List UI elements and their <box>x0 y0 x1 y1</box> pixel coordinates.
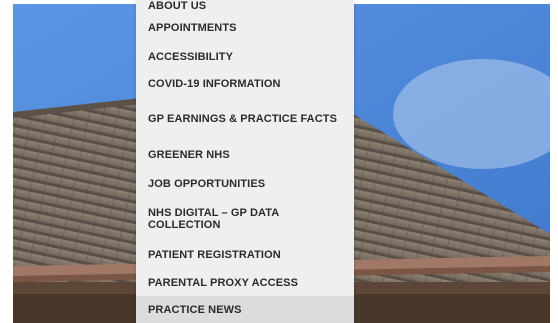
menu-item-label: PARENTAL PROXY ACCESS <box>148 276 299 289</box>
menu-item-label: PRACTICE NEWS <box>148 303 242 316</box>
menu-item[interactable]: PRACTICE NEWS <box>136 296 354 323</box>
menu-item[interactable]: COVID-19 INFORMATION <box>136 70 354 98</box>
menu-list: ABOUT US APPOINTMENTS ACCESSIBILITY COVID-1… <box>136 0 354 323</box>
menu-item[interactable]: APPOINTMENTS <box>136 12 354 43</box>
menu-item-label: GREENER NHS <box>148 148 230 161</box>
menu-item-label: GP EARNINGS & PRACTICE FACTS <box>148 112 338 125</box>
menu-item[interactable]: PARENTAL PROXY ACCESS <box>136 269 354 296</box>
menu-item-label: JOB OPPORTUNITIES <box>148 178 266 190</box>
menu-item[interactable]: GP EARNINGS & PRACTICE FACTS <box>136 98 354 139</box>
menu-item[interactable]: GREENER NHS <box>136 139 354 170</box>
menu-item-label: COVID-19 INFORMATION <box>148 78 281 90</box>
menu-item[interactable]: NHS DIGITAL – GP DATA COLLECTION <box>136 198 354 240</box>
menu-item[interactable]: JOB OPPORTUNITIES <box>136 170 354 198</box>
menu-item-label: PATIENT REGISTRATION <box>148 248 281 261</box>
menu-item-label: APPOINTMENTS <box>148 21 237 34</box>
menu-item[interactable]: ABOUT US <box>136 0 354 12</box>
menu-item-label: ABOUT US <box>148 0 207 12</box>
menu-item-label: NHS DIGITAL – GP DATA COLLECTION <box>148 207 279 231</box>
menu-item-label: ACCESSIBILITY <box>148 50 234 63</box>
menu-item[interactable]: ACCESSIBILITY <box>136 43 354 70</box>
menu-item[interactable]: PATIENT REGISTRATION <box>136 240 354 269</box>
dropdown-menu: ABOUT US APPOINTMENTS ACCESSIBILITY COVID-1… <box>136 0 354 323</box>
